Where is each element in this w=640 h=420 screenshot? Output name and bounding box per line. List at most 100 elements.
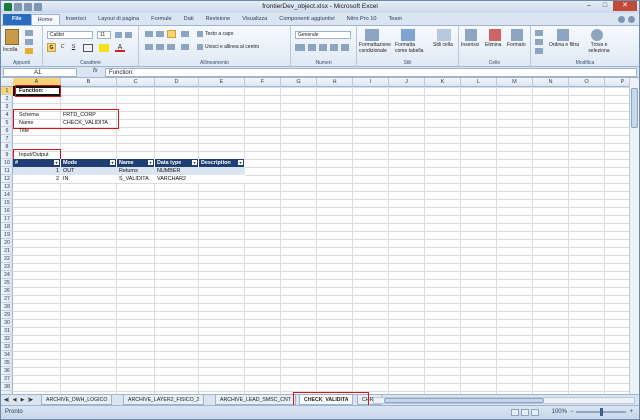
number-format-select[interactable]: Generale — [295, 31, 351, 39]
grow-font-icon[interactable] — [115, 32, 122, 38]
minimize-icon[interactable]: – — [581, 1, 597, 11]
filter-dropdown-icon[interactable]: ▾ — [238, 160, 243, 165]
cell-styles-button[interactable]: Stili cella — [433, 42, 457, 48]
insert-cells-button[interactable]: Inserisci — [461, 42, 479, 48]
row-header-7[interactable]: 7 — [1, 135, 13, 143]
row-header-34[interactable]: 34 — [1, 351, 13, 359]
copy-icon[interactable] — [25, 39, 33, 45]
zoom-out-icon[interactable]: − — [570, 409, 574, 415]
row-header-29[interactable]: 29 — [1, 311, 13, 319]
row-header-4[interactable]: 4 — [1, 111, 13, 119]
cell-a5[interactable]: Title — [17, 127, 29, 135]
align-center-icon[interactable] — [156, 44, 164, 50]
italic-button[interactable]: C — [58, 43, 67, 52]
thousands-icon[interactable] — [319, 44, 327, 51]
column-header-g[interactable]: G — [281, 78, 317, 87]
row-header-26[interactable]: 26 — [1, 287, 13, 295]
row-header-19[interactable]: 19 — [1, 231, 13, 239]
row-header-11[interactable]: 11 — [1, 167, 13, 175]
fill-color-icon[interactable] — [99, 44, 109, 52]
underline-button[interactable]: S — [69, 43, 78, 52]
row-header-10[interactable]: 10 — [1, 159, 13, 167]
merge-center-button[interactable]: Unisci e allinea al centro — [205, 44, 259, 50]
indent-icon[interactable] — [181, 44, 189, 50]
row-header-38[interactable]: 38 — [1, 383, 13, 391]
format-as-table-button[interactable]: Formatta come tabella — [395, 42, 425, 54]
row-header-13[interactable]: 13 — [1, 183, 13, 191]
zoom-in-icon[interactable]: + — [629, 409, 633, 415]
zoom-slider[interactable] — [576, 408, 627, 416]
shrink-font-icon[interactable] — [125, 32, 132, 38]
column-header-e[interactable]: E — [199, 78, 245, 87]
column-header-l[interactable]: L — [461, 78, 497, 87]
tab-team[interactable]: Team — [383, 14, 409, 25]
vertical-scroll-thumb[interactable] — [631, 88, 638, 128]
row-header-20[interactable]: 20 — [1, 239, 13, 247]
borders-icon[interactable] — [83, 44, 93, 52]
row-header-36[interactable]: 36 — [1, 367, 13, 375]
tab-insert[interactable]: Inserisci — [60, 14, 93, 25]
row-header-2[interactable]: 2 — [1, 95, 13, 103]
column-header-k[interactable]: K — [425, 78, 461, 87]
row-header-15[interactable]: 15 — [1, 199, 13, 207]
font-name-select[interactable]: Calibri — [47, 31, 93, 39]
column-header-i[interactable]: I — [353, 78, 389, 87]
currency-icon[interactable] — [295, 44, 305, 51]
cell-mode[interactable]: IN — [61, 175, 68, 183]
zoom-level[interactable]: 100% — [552, 409, 567, 415]
sheet-tab[interactable]: ARCHIVE_LEAD_SMSC_CNT — [215, 395, 296, 405]
format-as-table-icon[interactable] — [401, 29, 415, 41]
cell-num[interactable]: 1 — [13, 167, 61, 175]
clear-icon[interactable] — [535, 48, 543, 54]
font-color-icon[interactable]: A — [115, 44, 125, 52]
column-header-m[interactable]: M — [497, 78, 533, 87]
column-header-d[interactable]: D — [155, 78, 199, 87]
row-header-3[interactable]: 3 — [1, 103, 13, 111]
column-header-f[interactable]: F — [245, 78, 281, 87]
column-header-j[interactable]: J — [389, 78, 425, 87]
align-middle-icon[interactable] — [156, 31, 164, 37]
row-header-8[interactable]: 8 — [1, 143, 13, 151]
font-size-select[interactable]: 11 — [97, 31, 111, 39]
row-header-33[interactable]: 33 — [1, 343, 13, 351]
row-header-28[interactable]: 28 — [1, 303, 13, 311]
row-header-32[interactable]: 32 — [1, 335, 13, 343]
sheet-tab[interactable]: ARCHIVE_DWH_LOGICO — [41, 395, 113, 405]
delete-cells-button[interactable]: Elimina — [485, 42, 501, 48]
maximize-icon[interactable]: □ — [597, 1, 613, 11]
cell-styles-icon[interactable] — [437, 29, 451, 41]
horizontal-scrollbar[interactable] — [373, 397, 635, 404]
row-header-6[interactable]: 6 — [1, 127, 13, 135]
normal-view-icon[interactable] — [511, 409, 519, 416]
row-header-25[interactable]: 25 — [1, 279, 13, 287]
filter-dropdown-icon[interactable]: ▾ — [192, 160, 197, 165]
tab-file[interactable]: File — [3, 14, 31, 25]
fill-icon[interactable] — [535, 39, 543, 45]
align-left-icon[interactable] — [145, 44, 153, 50]
cell-mode[interactable]: OUT — [61, 167, 74, 175]
column-header-p[interactable]: P — [605, 78, 629, 87]
find-select-button[interactable]: Trova e seleziona — [583, 42, 615, 54]
column-header-o[interactable]: O — [569, 78, 605, 87]
percent-icon[interactable] — [308, 44, 316, 51]
formula-input[interactable]: Function: — [105, 68, 637, 77]
row-header-35[interactable]: 35 — [1, 359, 13, 367]
cells-area[interactable]: Function: Schema FRTD_CORP Name CHECK_VA… — [13, 85, 629, 394]
row-header-24[interactable]: 24 — [1, 271, 13, 279]
vertical-scrollbar[interactable] — [629, 78, 639, 394]
cell-name[interactable]: S_VALIDITA — [117, 175, 149, 183]
cell-type[interactable]: VARCHAR2 — [155, 175, 186, 183]
format-cells-icon[interactable] — [511, 29, 523, 41]
delete-cells-icon[interactable] — [489, 29, 501, 41]
page-break-view-icon[interactable] — [531, 409, 539, 416]
align-top-icon[interactable] — [145, 31, 153, 37]
page-layout-view-icon[interactable] — [521, 409, 529, 416]
row-header-27[interactable]: 27 — [1, 295, 13, 303]
row-header-1[interactable]: 1 — [1, 87, 13, 95]
last-sheet-icon[interactable]: |▶ — [27, 397, 34, 403]
tab-view[interactable]: Visualizza — [236, 14, 273, 25]
sort-filter-button[interactable]: Ordina e filtra — [549, 42, 579, 48]
row-header-14[interactable]: 14 — [1, 191, 13, 199]
conditional-formatting-button[interactable]: Formattazione condizionale — [359, 42, 391, 54]
filter-dropdown-icon[interactable]: ▾ — [148, 160, 153, 165]
